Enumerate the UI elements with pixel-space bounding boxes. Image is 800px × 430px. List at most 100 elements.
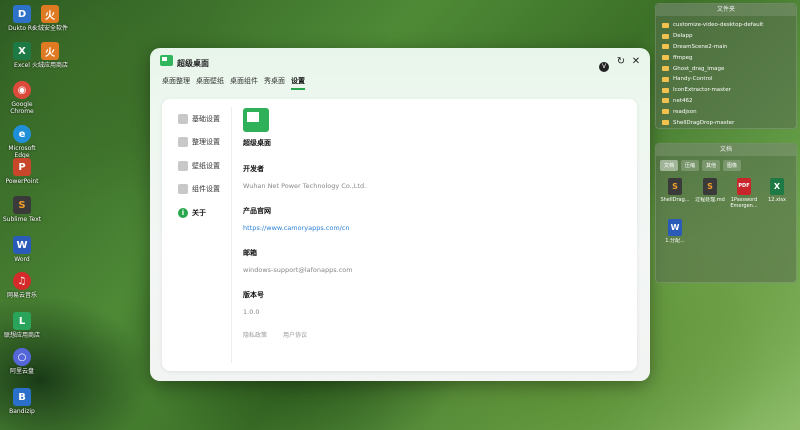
sidebar-item-about[interactable]: i 关于 bbox=[170, 201, 231, 225]
desktop-icon-lenovo-store[interactable]: L 联想应用商店 bbox=[0, 312, 44, 339]
tab-desktop-widgets[interactable]: 桌面组件 bbox=[230, 76, 258, 90]
developer-value: Wuhan Net Power Technology Co.,Ltd. bbox=[243, 182, 367, 190]
close-icon[interactable]: ✕ bbox=[630, 56, 642, 68]
folder-item[interactable]: IconExtractor-master bbox=[656, 85, 796, 96]
folder-icon bbox=[662, 44, 669, 50]
sidebar-item-label: 壁纸设置 bbox=[192, 161, 220, 170]
tab-documents[interactable]: 文档 bbox=[660, 160, 679, 171]
desktop-icon-aliyun-drive[interactable]: ○ 阿里云盘 bbox=[0, 348, 44, 375]
file-name: 过程处理.md bbox=[695, 197, 725, 203]
developer-label: 开发者 bbox=[243, 165, 264, 173]
lenovo-store-icon: L bbox=[13, 312, 31, 330]
desktop-icon-label: Sublime Text bbox=[2, 216, 42, 223]
folder-item[interactable]: DreamScene2-main bbox=[656, 42, 796, 53]
desktop-icon-label: Word bbox=[14, 256, 30, 263]
user-agreement-link[interactable]: 用户协议 bbox=[283, 330, 307, 339]
folder-icon bbox=[662, 87, 669, 93]
desktop-icon-sublime[interactable]: S Sublime Text bbox=[0, 196, 44, 223]
folder-name: DreamScene2-main bbox=[673, 43, 728, 50]
about-content: 超级桌面 开发者 Wuhan Net Power Technology Co.,… bbox=[243, 108, 623, 339]
privacy-policy-link[interactable]: 隐私政策 bbox=[243, 330, 267, 339]
sidebar-item-label: 整理设置 bbox=[192, 138, 220, 147]
folder-item[interactable]: readjson bbox=[656, 106, 796, 117]
desktop-icon-word[interactable]: W Word bbox=[0, 236, 44, 263]
aliyun-drive-icon: ○ bbox=[13, 348, 31, 366]
folder-name: customize-video-desktop-default bbox=[673, 22, 764, 29]
desktop-icon-label: Bandizip bbox=[9, 408, 35, 415]
desktop-icon-edge[interactable]: e Microsoft Edge bbox=[0, 125, 44, 159]
powerpoint-icon: P bbox=[13, 158, 31, 176]
sidebar-item-label: 基础设置 bbox=[192, 114, 220, 123]
folder-item[interactable]: Delapp bbox=[656, 31, 796, 42]
folder-name: Ghost_drag_image bbox=[673, 65, 725, 72]
tab-images[interactable]: 图像 bbox=[723, 160, 742, 171]
top-nav: 桌面整理 桌面壁纸 桌面组件 秀桌面 设置 bbox=[162, 76, 305, 90]
sublime-file-icon: S bbox=[668, 178, 682, 195]
vip-badge-icon[interactable]: V bbox=[599, 62, 609, 72]
folder-item[interactable]: ShellDragDrop-master bbox=[656, 117, 796, 128]
desktop-icon-label: 阿里云盘 bbox=[9, 368, 34, 375]
folder-item[interactable]: ffmpeg bbox=[656, 52, 796, 63]
folder-item[interactable]: Handy-Control bbox=[656, 74, 796, 85]
folder-icon bbox=[662, 98, 669, 104]
window-title: 超级桌面 bbox=[177, 59, 209, 68]
desktop-icon-powerpoint[interactable]: P PowerPoint bbox=[0, 158, 44, 185]
desktop-icon-huorong[interactable]: 火 火绒安全软件 bbox=[28, 5, 72, 32]
folder-name: IconExtractor-master bbox=[673, 87, 731, 94]
huorong-icon: 火 bbox=[41, 5, 59, 23]
documents-tabs: 文档 压缩 其他 图像 bbox=[656, 156, 796, 175]
file-item[interactable]: W 1.分配... bbox=[660, 219, 690, 244]
desktop-icon-chrome[interactable]: ◉ Google Chrome bbox=[0, 81, 44, 115]
desktop-icon-label: 火绒安全软件 bbox=[31, 25, 68, 32]
huorong-store-icon: 火 bbox=[41, 42, 59, 60]
folder-item[interactable]: Ghost_drag_image bbox=[656, 63, 796, 74]
sidebar-item-widgets[interactable]: 组件设置 bbox=[170, 178, 231, 202]
file-item[interactable]: X 12.xlsx bbox=[762, 178, 792, 203]
desktop-icon-label: 网易云音乐 bbox=[6, 292, 37, 299]
organize-icon bbox=[178, 137, 188, 148]
desktop-icon-huorong-store[interactable]: 火 火绒应用商店 bbox=[28, 42, 72, 69]
tab-archives[interactable]: 压缩 bbox=[681, 160, 700, 171]
edge-icon: e bbox=[13, 125, 31, 143]
file-name: ShellDrag... bbox=[660, 197, 690, 203]
settings-sidebar: 基础设置 整理设置 壁纸设置 组件设置 i 关于 bbox=[170, 107, 232, 363]
folder-name: Handy-Control bbox=[673, 76, 713, 83]
folder-name: Delapp bbox=[673, 33, 693, 40]
tab-settings[interactable]: 设置 bbox=[291, 76, 305, 90]
chrome-icon: ◉ bbox=[13, 81, 31, 99]
sidebar-item-organize[interactable]: 整理设置 bbox=[170, 131, 231, 155]
netease-music-icon: ♫ bbox=[13, 272, 31, 290]
bandizip-icon: B bbox=[13, 388, 31, 406]
folder-name: ShellDragDrop-master bbox=[673, 119, 735, 126]
file-item[interactable]: PDF 1Password Emergen... bbox=[729, 178, 759, 209]
version-label: 版本号 bbox=[243, 291, 264, 299]
folder-icon bbox=[662, 33, 669, 39]
word-file-icon: W bbox=[668, 219, 682, 236]
website-label: 产品官网 bbox=[243, 207, 271, 215]
website-link[interactable]: https://www.camoryapps.com/cn bbox=[243, 224, 623, 232]
desktop-icon-bandizip[interactable]: B Bandizip bbox=[0, 388, 44, 415]
folders-panel-title: 文件夹 bbox=[656, 4, 796, 16]
tab-others[interactable]: 其他 bbox=[702, 160, 721, 171]
documents-panel-title: 文档 bbox=[656, 144, 796, 156]
tab-show-desktop[interactable]: 秀桌面 bbox=[264, 76, 285, 90]
tab-desktop-organize[interactable]: 桌面整理 bbox=[162, 76, 190, 90]
email-value: windows-support@lafonapps.com bbox=[243, 266, 353, 274]
folder-icon bbox=[662, 55, 669, 61]
desktop-icon-label: PowerPoint bbox=[5, 178, 39, 185]
tab-desktop-wallpaper[interactable]: 桌面壁纸 bbox=[196, 76, 224, 90]
sidebar-item-wallpaper[interactable]: 壁纸设置 bbox=[170, 154, 231, 178]
refresh-icon[interactable]: ↻ bbox=[615, 56, 627, 68]
app-logo-icon bbox=[160, 55, 173, 66]
desktop-icon-label: 联想应用商店 bbox=[3, 332, 40, 339]
folder-item[interactable]: net462 bbox=[656, 96, 796, 107]
pdf-file-icon: PDF bbox=[737, 178, 751, 195]
app-logo-large-icon bbox=[243, 108, 269, 132]
file-item[interactable]: S ShellDrag... bbox=[660, 178, 690, 203]
app-name: 超级桌面 bbox=[243, 139, 271, 147]
desktop-icon-netease-music[interactable]: ♫ 网易云音乐 bbox=[0, 272, 44, 299]
file-item[interactable]: S 过程处理.md bbox=[695, 178, 725, 203]
sidebar-item-basic[interactable]: 基础设置 bbox=[170, 107, 231, 131]
folder-item[interactable]: customize-video-desktop-default bbox=[656, 20, 796, 31]
folder-name: ffmpeg bbox=[673, 54, 693, 61]
